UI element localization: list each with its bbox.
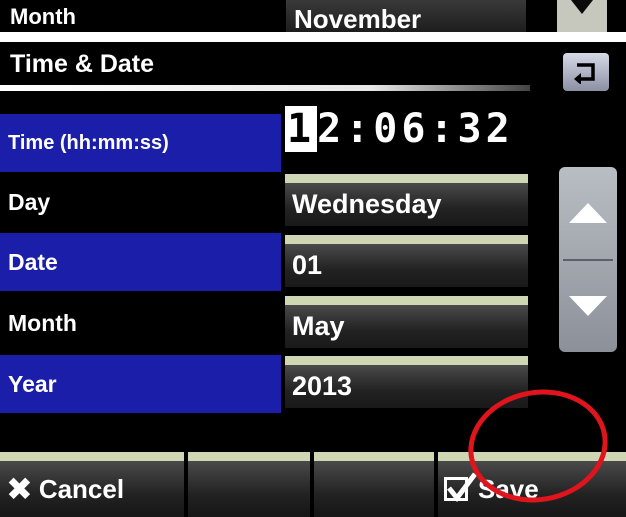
scroll-down-button[interactable] xyxy=(559,260,617,352)
back-button[interactable] xyxy=(563,53,609,91)
bottom-blank-button-1 xyxy=(188,452,310,517)
seconds-digits[interactable]: 32 xyxy=(458,106,514,152)
bottom-blank-button-2 xyxy=(314,452,434,517)
day-field[interactable]: Wednesday xyxy=(285,174,528,226)
date-label-text: Date xyxy=(8,248,58,275)
prev-scroll-down-button[interactable] xyxy=(557,0,607,32)
month-label-text: Month xyxy=(8,309,77,336)
gap xyxy=(0,32,626,42)
time-label-text: Time (hh:mm:ss) xyxy=(8,131,169,154)
previous-screen-strip: Month November xyxy=(0,0,626,32)
date-field[interactable]: 01 xyxy=(285,235,528,287)
time-field[interactable]: 12:06:32 xyxy=(285,106,528,154)
year-field[interactable]: 2013 xyxy=(285,356,528,408)
title-underline xyxy=(0,85,530,91)
month-field[interactable]: May xyxy=(285,296,528,348)
page-title: Time & Date xyxy=(10,50,155,78)
triangle-down-icon xyxy=(571,0,593,14)
day-label-text: Day xyxy=(8,188,51,215)
year-label-text: Year xyxy=(8,370,57,397)
time-separator: : xyxy=(345,106,374,152)
triangle-down-icon xyxy=(569,296,607,316)
back-arrow-icon xyxy=(574,63,595,84)
prev-month-field[interactable]: November xyxy=(286,0,526,32)
time-digits: 12:06:32 xyxy=(285,106,514,152)
row-day-label: Day xyxy=(0,173,281,231)
cancel-label: Cancel xyxy=(38,473,125,504)
row-year-label: Year xyxy=(0,355,281,413)
save-label: Save xyxy=(478,473,539,504)
time-date-screen: Time & Date Time (hh:mm:ss) 12:06:32 Day… xyxy=(0,42,626,517)
save-button[interactable]: Save xyxy=(438,452,626,517)
prev-month-label: Month xyxy=(10,4,76,29)
minutes-digits[interactable]: 06 xyxy=(373,106,429,152)
bottom-bar: ✖ Cancel Save xyxy=(0,452,626,517)
x-icon: ✖ xyxy=(6,471,33,507)
time-separator: : xyxy=(429,106,458,152)
checkbox-check-icon xyxy=(444,472,477,502)
hour-tens-digit[interactable]: 1 xyxy=(285,106,318,152)
triangle-up-icon xyxy=(569,203,607,223)
row-month-label: Month xyxy=(0,294,281,352)
scroll-control xyxy=(559,167,617,352)
row-date-label: Date xyxy=(0,233,281,291)
hour-units-digit[interactable]: 2 xyxy=(317,106,345,152)
scroll-up-button[interactable] xyxy=(559,167,617,259)
row-time-label: Time (hh:mm:ss) xyxy=(0,114,281,172)
cancel-button[interactable]: ✖ Cancel xyxy=(0,452,184,517)
